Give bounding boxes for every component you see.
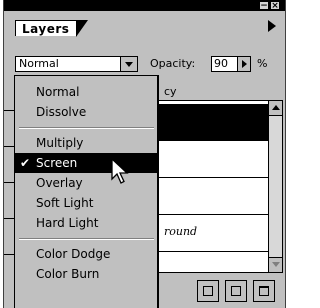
close-button[interactable]: ×: [270, 1, 280, 11]
menu-item-label: Hard Light: [36, 216, 99, 230]
palette-menu-arrow-icon[interactable]: [268, 20, 276, 32]
menu-item-label: Screen: [36, 156, 78, 170]
trash-icon: [259, 286, 269, 296]
menu-item-label: Color Burn: [36, 267, 100, 281]
blend-mode-value: Normal: [19, 57, 59, 70]
layer-list-scrollbar[interactable]: [269, 100, 283, 273]
menu-item-normal[interactable]: Normal: [15, 82, 158, 102]
menu-item-soft-light[interactable]: Soft Light: [15, 193, 158, 213]
menu-item-screen[interactable]: ✔ Screen: [15, 153, 158, 173]
opacity-unit: %: [257, 57, 268, 70]
menu-item-color-dodge[interactable]: Color Dodge: [15, 244, 158, 264]
menu-item-hard-light[interactable]: Hard Light: [15, 213, 158, 233]
new-layer-button[interactable]: [225, 280, 247, 302]
menu-item-dissolve[interactable]: Dissolve: [15, 102, 158, 122]
checkmark-icon: ✔: [20, 156, 31, 170]
scroll-up-icon[interactable]: [269, 101, 282, 116]
preserve-transparency-label: cy: [164, 85, 177, 98]
palette-titlebar[interactable]: − ×: [4, 0, 285, 11]
blend-mode-menu: Normal Dissolve Multiply ✔ Screen Overla…: [14, 75, 159, 308]
menu-item-label: Color Dodge: [36, 247, 111, 261]
menu-item-multiply[interactable]: Multiply: [15, 133, 158, 153]
menu-separator: [19, 127, 154, 129]
opacity-label: Opacity:: [150, 57, 196, 70]
menu-separator: [19, 238, 154, 240]
add-mask-button[interactable]: [197, 280, 219, 302]
delete-layer-button[interactable]: [253, 280, 275, 302]
minimize-button[interactable]: −: [259, 1, 269, 11]
menu-item-label: Multiply: [36, 136, 84, 150]
chevron-down-icon[interactable]: [120, 57, 137, 71]
mouse-pointer-icon: [111, 158, 129, 184]
tab-layers[interactable]: Layers: [15, 20, 88, 37]
scroll-down-icon[interactable]: [269, 257, 282, 272]
new-layer-icon: [231, 286, 241, 296]
menu-item-color-burn[interactable]: Color Burn: [15, 264, 158, 284]
layer-name: round: [164, 225, 198, 238]
menu-item-label: Normal: [36, 85, 80, 99]
menu-item-label: Soft Light: [36, 196, 94, 210]
menu-item-label: Dissolve: [36, 105, 87, 119]
opacity-slider-arrow-icon[interactable]: [237, 56, 251, 72]
mask-icon: [203, 286, 213, 296]
menu-item-overlay[interactable]: Overlay: [15, 173, 158, 193]
menu-item-label: Overlay: [36, 176, 83, 190]
blend-mode-select[interactable]: Normal: [15, 56, 138, 72]
tab-strip: Layers: [4, 11, 285, 37]
